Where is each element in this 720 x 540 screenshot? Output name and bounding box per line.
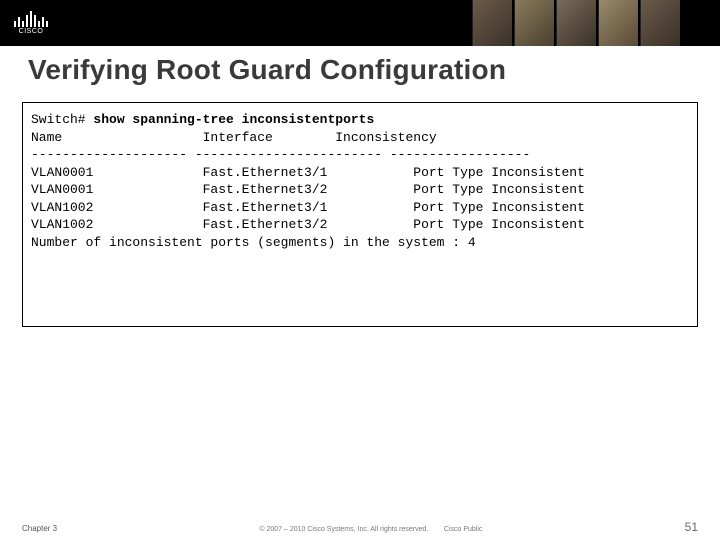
title-area: Verifying Root Guard Configuration [0, 46, 720, 96]
header-photo [514, 0, 554, 46]
classification-text: Cisco Public [444, 526, 483, 533]
logo-bars-icon [14, 11, 48, 27]
header-photo [640, 0, 680, 46]
header-photo-strip [472, 0, 680, 46]
footer-center: © 2007 – 2010 Cisco Systems, Inc. All ri… [57, 526, 685, 533]
page-title: Verifying Root Guard Configuration [28, 54, 692, 86]
cisco-logo: CISCO [8, 8, 54, 38]
header-photo [598, 0, 638, 46]
footer: Chapter 3 © 2007 – 2010 Cisco Systems, I… [0, 520, 720, 534]
terminal-output-box: Switch# show spanning-tree inconsistentp… [22, 102, 698, 327]
chapter-label: Chapter 3 [22, 524, 57, 533]
page-number: 51 [685, 520, 698, 534]
header-photo [556, 0, 596, 46]
header-band: CISCO [0, 0, 720, 46]
logo-text: CISCO [19, 28, 44, 35]
header-photo [472, 0, 512, 46]
terminal-output: Switch# show spanning-tree inconsistentp… [31, 111, 689, 251]
copyright-text: © 2007 – 2010 Cisco Systems, Inc. All ri… [259, 526, 428, 533]
